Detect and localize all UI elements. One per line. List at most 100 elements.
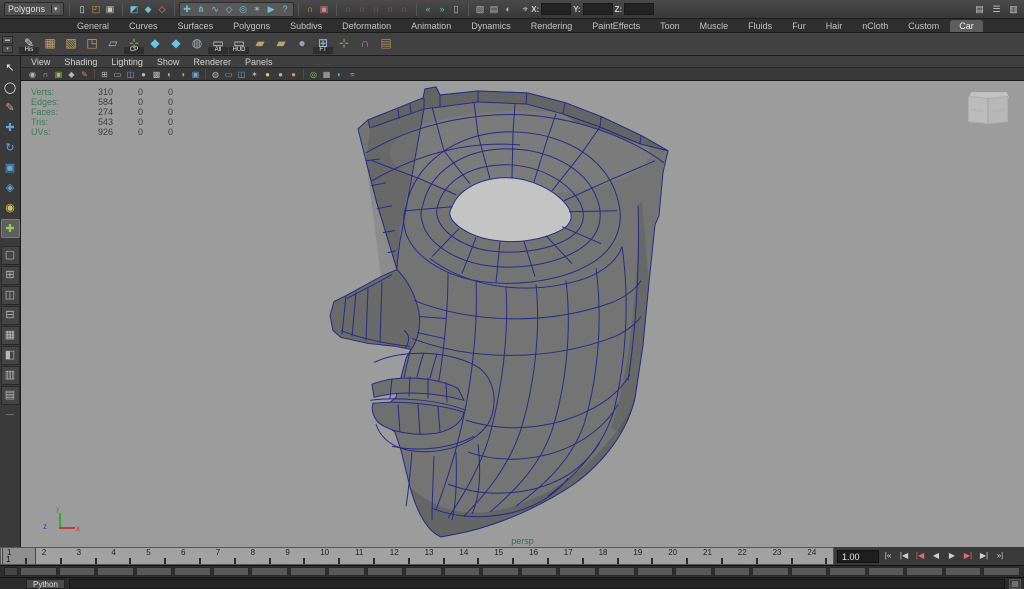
lock-camera-icon[interactable]: ∩ [40,69,51,80]
select-tool-icon[interactable]: ↖ [1,59,20,78]
shelf-tab-deformation[interactable]: Deformation [333,20,400,32]
shelf-tab-subdivs[interactable]: Subdivs [281,20,331,32]
shelf-tab-animation[interactable]: Animation [402,20,460,32]
mask-deformations-icon[interactable]: ◎ [237,3,250,16]
textured-display-icon[interactable]: ▩ [151,69,162,80]
three-pane-top-layout-button[interactable]: ▦ [1,326,20,345]
isolate-select-icon[interactable]: ◎ [308,69,319,80]
shelf-box-button-3[interactable]: ◳ [82,34,102,54]
shadows-icon[interactable]: ◑ [177,69,188,80]
current-tool-icon[interactable]: ✚ [1,219,20,238]
shelf-tab-car[interactable]: Car [950,20,983,32]
range-block[interactable] [906,567,943,576]
view-cube-front-face[interactable]: FRONT [968,96,988,124]
all-lights-dot-icon[interactable]: ● [288,69,299,80]
outliner-persp-layout-button[interactable]: ▥ [1,366,20,385]
two-pane-stacked-layout-button[interactable]: ⊟ [1,306,20,325]
select-component-icon[interactable]: ◇ [156,3,169,16]
ipr-render-icon[interactable]: ◐ [502,3,515,16]
shelf-tab-fluids[interactable]: Fluids [739,20,781,32]
shelf-axis-button[interactable]: ⊹ [334,34,354,54]
shelf-box-button-2[interactable]: ▧ [61,34,81,54]
three-pane-left-layout-button[interactable]: ◧ [1,346,20,365]
shelf-tab-toon[interactable]: Toon [651,20,689,32]
new-scene-icon[interactable]: ▯ [76,3,89,16]
show-channel-box-icon[interactable]: ▥ [1007,3,1020,16]
step-forward-frame-button[interactable]: ▶| [976,549,992,563]
highlight-selection-mode-icon[interactable]: ▣ [318,3,331,16]
multisample-aa-icon[interactable]: ▦ [321,69,332,80]
range-block[interactable] [59,567,96,576]
range-block[interactable] [637,567,674,576]
range-block[interactable] [328,567,365,576]
command-input[interactable] [69,579,1005,589]
shelf-tab-fur[interactable]: Fur [783,20,815,32]
time-slider-strip[interactable]: 1123456789101112131415161718192021222324 [0,547,834,565]
go-to-end-button[interactable]: »| [992,549,1008,563]
depth-of-field-icon[interactable]: ◐ [334,69,345,80]
mask-joints-icon[interactable]: ⋔ [195,3,208,16]
snap-to-projected-center-icon[interactable]: ∩ [384,3,397,16]
menu-set-dropdown[interactable]: Polygons ▾ [4,2,64,16]
shelf-tab-hair[interactable]: Hair [817,20,852,32]
resolution-gate-icon[interactable]: ▭ [223,69,234,80]
show-tool-settings-icon[interactable]: ☰ [990,3,1003,16]
shelf-tab-ncloth[interactable]: nCloth [853,20,897,32]
shelf-magnet-button[interactable]: ∩ [355,34,375,54]
shelf-tab-general[interactable]: General [68,20,118,32]
z-field[interactable] [624,3,654,15]
input-field-mode-icon[interactable]: ⌖ [523,4,529,15]
step-back-frame-button[interactable]: |◀ [896,549,912,563]
range-block[interactable] [97,567,134,576]
viewport[interactable]: Verts:31000Edges:58400Faces:27400Tris:54… [21,81,1024,547]
step-forward-key-button[interactable]: ▶| [960,549,976,563]
script-editor-icon[interactable]: ▤ [1009,579,1021,589]
mask-dynamics-icon[interactable]: ✶ [251,3,264,16]
shelf-cp-button[interactable]: ⊹CP [124,34,144,54]
range-block[interactable] [213,567,250,576]
shelf-box-button-4[interactable]: ▤ [376,34,396,54]
motion-blur-icon[interactable]: ≈ [347,69,358,80]
command-language-toggle[interactable]: Python [26,579,65,589]
mask-handles-icon[interactable]: ✚ [181,3,194,16]
shelf-tabs-toggle-button[interactable]: ▬ [2,36,13,44]
shelf-gem-button-2[interactable]: ◆ [166,34,186,54]
output-connections-icon[interactable]: » [436,3,449,16]
select-hierarchy-icon[interactable]: ◩ [128,3,141,16]
range-block[interactable] [290,567,327,576]
shelf-plane-button-1[interactable]: ▱ [103,34,123,54]
step-back-key-button[interactable]: |◀ [912,549,928,563]
film-gate-icon[interactable]: ◫ [236,69,247,80]
textured-toggle-icon[interactable]: ▣ [190,69,201,80]
range-block[interactable] [791,567,828,576]
panel-menu-show[interactable]: Show [157,57,180,67]
bookmark-icon[interactable]: ◆ [66,69,77,80]
range-start-handle[interactable] [4,567,18,576]
shelf-tab-dynamics[interactable]: Dynamics [462,20,520,32]
xray-icon[interactable]: ◍ [210,69,221,80]
save-scene-icon[interactable]: ▣ [104,3,117,16]
shelf-tab-painteffects[interactable]: PaintEffects [583,20,649,32]
shelf-tab-muscle[interactable]: Muscle [691,20,738,32]
input-connections-icon[interactable]: « [422,3,435,16]
use-all-lights-icon[interactable]: ◐ [164,69,175,80]
shelf-all-button[interactable]: ▭All [208,34,228,54]
shelf-globe-button[interactable]: ◍ [187,34,207,54]
shelf-menu-button[interactable]: ▾ [2,45,13,53]
range-block[interactable] [983,567,1020,576]
range-block[interactable] [405,567,442,576]
snap-to-grids-icon[interactable]: ∩ [342,3,355,16]
shelf-plane-button-2[interactable]: ▰ [250,34,270,54]
two-d-pan-zoom-icon[interactable]: ⊞ [99,69,110,80]
shelf-his-button[interactable]: ✎His [19,34,39,54]
select-camera-icon[interactable]: ◉ [27,69,38,80]
soft-modification-tool-icon[interactable]: ◉ [1,199,20,218]
snap-to-points-icon[interactable]: ∩ [370,3,383,16]
image-plane-icon[interactable]: ✎ [79,69,90,80]
shelf-box-button-1[interactable]: ▦ [40,34,60,54]
range-block[interactable] [752,567,789,576]
y-field[interactable] [583,3,613,15]
hypershade-persp-layout-button[interactable]: ▤ [1,386,20,405]
range-block[interactable] [868,567,905,576]
snap-to-curves-icon[interactable]: ∩ [356,3,369,16]
